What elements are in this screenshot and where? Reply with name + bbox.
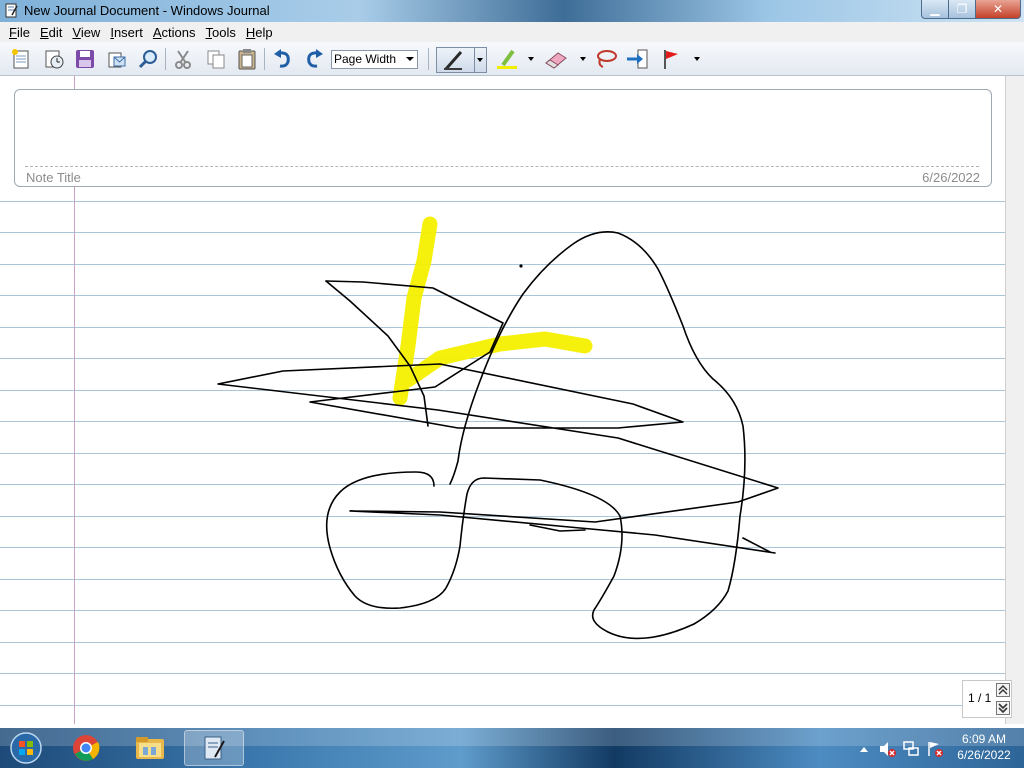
undo-button[interactable] <box>270 46 296 72</box>
redo-button[interactable] <box>301 46 327 72</box>
pen-stroke <box>217 280 779 554</box>
menu-tools[interactable]: Tools <box>201 25 241 40</box>
save-icon <box>76 50 94 68</box>
find-icon <box>138 50 157 69</box>
restore-icon: ❐ <box>956 2 968 16</box>
previous-page-button[interactable] <box>996 683 1010 697</box>
ink-canvas[interactable] <box>0 76 1005 724</box>
pen-stroke <box>325 231 746 640</box>
maximize-button[interactable]: ❐ <box>948 0 976 19</box>
menu-edit[interactable]: Edit <box>35 25 67 40</box>
chevron-double-down-icon <box>998 703 1008 713</box>
menu-view[interactable]: View <box>67 25 105 40</box>
chevron-down-icon[interactable] <box>477 58 483 62</box>
save-button[interactable] <box>72 46 98 72</box>
next-page-button[interactable] <box>996 701 1010 715</box>
journal-app-icon <box>5 3 18 18</box>
clock[interactable]: 6:09 AM 6/26/2022 <box>952 731 1016 763</box>
toolbar-separator <box>428 48 429 70</box>
taskbar: 6:09 AM 6/26/2022 <box>0 728 1024 768</box>
toolbar: Page Width <box>0 42 1024 76</box>
send-button[interactable] <box>104 46 130 72</box>
templates-button[interactable] <box>41 46 67 72</box>
chevron-double-up-icon <box>998 685 1008 695</box>
highlighter-button[interactable] <box>494 46 520 72</box>
menu-help[interactable]: Help <box>241 25 278 40</box>
note-page[interactable]: Note Title 6/26/2022 <box>0 76 1005 724</box>
network-button[interactable] <box>902 740 920 758</box>
system-tray <box>855 730 955 766</box>
menu-file[interactable]: File <box>4 25 35 40</box>
show-hidden-icons-button[interactable] <box>855 740 873 758</box>
action-center-button[interactable] <box>926 740 944 758</box>
close-icon: ✕ <box>992 2 1004 16</box>
chrome-icon <box>73 735 100 761</box>
taskbar-windows-journal[interactable] <box>184 730 244 766</box>
paste-icon <box>238 49 256 70</box>
templates-icon <box>45 50 64 69</box>
undo-icon <box>274 49 290 68</box>
zoom-dropdown[interactable]: Page Width <box>331 50 418 69</box>
lasso-icon <box>597 50 617 68</box>
clock-time: 6:09 AM <box>961 732 1007 746</box>
menu-bar: File Edit View Insert Actions Tools Help <box>0 22 1024 42</box>
lasso-button[interactable] <box>593 46 619 72</box>
new-note-button[interactable] <box>8 46 34 72</box>
volume-button[interactable] <box>878 740 896 758</box>
paste-button[interactable] <box>234 46 260 72</box>
split-divider <box>474 48 475 72</box>
flag-button[interactable] <box>658 46 684 72</box>
folder-icon <box>136 737 164 759</box>
copy-icon <box>207 50 225 69</box>
vertical-scrollbar[interactable] <box>1005 76 1024 724</box>
pen-icon <box>444 51 463 70</box>
highlighter-icon <box>497 49 517 69</box>
journal-icon <box>204 736 225 760</box>
copy-button[interactable] <box>203 46 229 72</box>
find-button[interactable] <box>135 46 161 72</box>
menu-insert[interactable]: Insert <box>105 25 148 40</box>
windows-orb-icon <box>10 732 42 764</box>
highlighter-stroke <box>392 216 593 406</box>
window-title: New Journal Document - Windows Journal <box>24 3 270 18</box>
eraser-button[interactable] <box>543 46 569 72</box>
ink-dot <box>519 264 523 268</box>
toolbar-separator <box>165 48 166 70</box>
taskbar-windows-explorer[interactable] <box>128 730 172 766</box>
title-bar: New Journal Document - Windows Journal ▁… <box>0 0 1024 22</box>
chevron-down-icon <box>406 57 414 61</box>
page-navigator: 1 / 1 <box>962 680 1012 718</box>
taskbar-chrome[interactable] <box>66 730 106 766</box>
minimize-icon: ▁ <box>930 2 940 16</box>
close-button[interactable]: ✕ <box>975 0 1021 19</box>
start-button[interactable] <box>4 730 48 766</box>
network-icon <box>903 741 919 756</box>
flag-icon <box>664 50 678 69</box>
chevron-down-icon[interactable] <box>580 57 586 61</box>
pen-button[interactable] <box>436 47 487 73</box>
send-icon <box>108 52 126 68</box>
flag-alert-icon <box>928 742 943 757</box>
menu-actions[interactable]: Actions <box>148 25 201 40</box>
page-indicator: 1 / 1 <box>968 691 992 705</box>
chevron-down-icon[interactable] <box>694 57 700 61</box>
speaker-muted-icon <box>880 742 896 757</box>
redo-icon <box>307 49 323 68</box>
zoom-value: Page Width <box>334 52 397 66</box>
cut-button[interactable] <box>170 46 196 72</box>
clock-date: 6/26/2022 <box>957 748 1011 762</box>
cut-icon <box>175 50 191 69</box>
minimize-button[interactable]: ▁ <box>921 0 949 19</box>
insert-space-icon <box>627 49 648 69</box>
chevron-up-icon <box>860 747 868 752</box>
insert-space-button[interactable] <box>624 46 650 72</box>
eraser-icon <box>545 52 567 69</box>
chevron-down-icon[interactable] <box>528 57 534 61</box>
new-note-icon <box>12 49 29 69</box>
toolbar-separator <box>264 48 265 70</box>
